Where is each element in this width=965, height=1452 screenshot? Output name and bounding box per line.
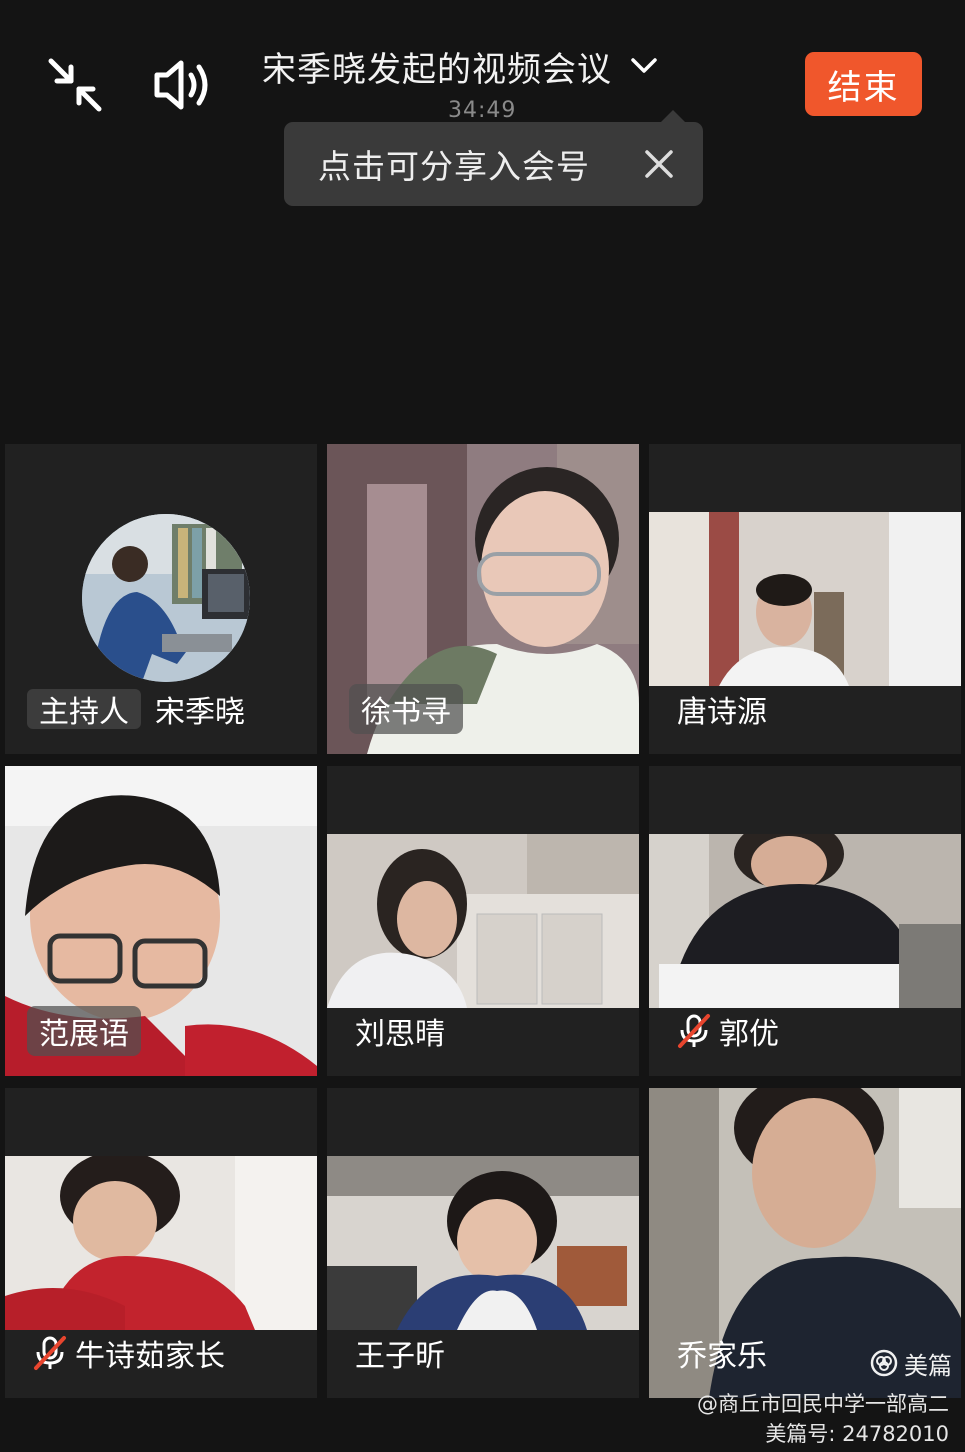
participant-name: 范展语 xyxy=(27,1006,141,1056)
mic-muted-icon xyxy=(677,1013,711,1049)
mic-muted-icon xyxy=(33,1335,67,1371)
meipian-watermark-logo: 美篇 xyxy=(870,1346,952,1380)
participant-name-with-mute: 郭优 xyxy=(671,1006,785,1056)
participant-tile[interactable]: 范展语 xyxy=(5,766,317,1076)
participant-tile[interactable]: 王子昕 xyxy=(327,1088,639,1398)
participant-name-row: 范展语 xyxy=(27,1006,141,1056)
participant-name-row: 刘思晴 xyxy=(349,1006,451,1056)
video-meeting-screen: 宋季晓发起的视频会议 34:49 结束 点击可分享入会号 主持人 宋季晓 徐书寻… xyxy=(0,0,965,1452)
participant-name-row: 乔家乐 xyxy=(671,1328,773,1378)
participant-name-with-mute: 牛诗茹家长 xyxy=(27,1328,231,1378)
video-feed xyxy=(327,1156,639,1330)
host-badge: 主持人 xyxy=(27,689,141,730)
participant-name-row: 郭优 xyxy=(671,1006,785,1056)
video-feed xyxy=(5,1156,317,1330)
participant-tile[interactable]: 主持人 宋季晓 xyxy=(5,444,317,754)
participant-tile[interactable]: 刘思晴 xyxy=(327,766,639,1076)
video-feed xyxy=(649,512,961,686)
participant-name: 唐诗源 xyxy=(677,695,767,730)
meipian-logo-icon xyxy=(870,1349,898,1377)
participant-name: 乔家乐 xyxy=(677,1339,767,1374)
participant-name: 宋季晓 xyxy=(155,695,245,730)
participant-name-row: 徐书寻 xyxy=(349,684,463,734)
watermark-logo-text: 美篇 xyxy=(904,1351,952,1380)
participant-name-row: 牛诗茹家长 xyxy=(27,1328,231,1378)
participant-grid: 主持人 宋季晓 徐书寻 唐诗源 范展语 刘思晴 郭优 牛诗茹家长 王子昕 乔家乐 xyxy=(0,0,965,1452)
video-feed xyxy=(649,834,961,1008)
participant-name: 徐书寻 xyxy=(349,684,463,734)
participant-name: 郭优 xyxy=(719,1017,779,1052)
participant-name: 刘思晴 xyxy=(355,1017,445,1052)
participant-tile[interactable]: 唐诗源 xyxy=(649,444,961,754)
participant-tile[interactable]: 徐书寻 xyxy=(327,444,639,754)
participant-name: 王子昕 xyxy=(355,1339,445,1374)
participant-name-row: 主持人 宋季晓 xyxy=(27,684,251,734)
video-feed xyxy=(327,834,639,1008)
watermark-source: @商丘市回民中学一部高二 xyxy=(697,1392,949,1416)
watermark-id: 美篇号: 24782010 xyxy=(765,1422,949,1446)
participant-name: 牛诗茹家长 xyxy=(75,1339,225,1374)
participant-tile[interactable]: 郭优 xyxy=(649,766,961,1076)
participant-name-row: 唐诗源 xyxy=(671,684,773,734)
participant-tile[interactable]: 牛诗茹家长 xyxy=(5,1088,317,1398)
participant-name-row: 王子昕 xyxy=(349,1328,451,1378)
avatar xyxy=(82,514,250,682)
